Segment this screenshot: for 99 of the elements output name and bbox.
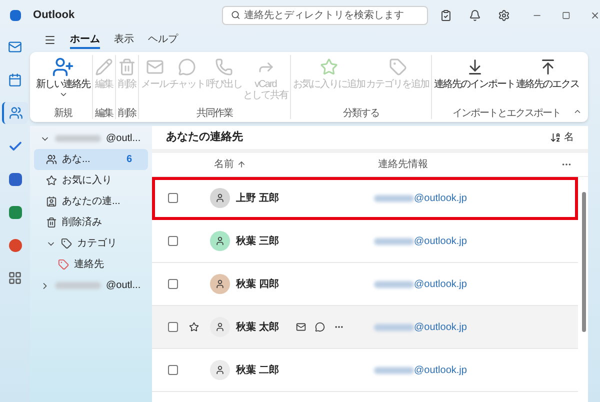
tag-icon bbox=[58, 259, 69, 270]
menu-tab[interactable]: ヘルプ bbox=[148, 31, 178, 49]
ribbon-group-label: 分類する bbox=[343, 108, 379, 119]
window-title: Outlook bbox=[33, 8, 75, 23]
contact-email: @outlook.jp bbox=[414, 234, 467, 248]
contact-name: 秋葉 太郎 bbox=[236, 320, 280, 334]
redacted-blur bbox=[374, 280, 414, 288]
contact-name: 秋葉 二郎 bbox=[236, 363, 280, 378]
checkbox[interactable] bbox=[168, 236, 178, 246]
checkbox[interactable] bbox=[168, 322, 178, 332]
pencil-icon bbox=[95, 58, 113, 76]
folder-label: 削除済み bbox=[62, 216, 102, 230]
menu-tab[interactable]: ホーム bbox=[70, 31, 100, 49]
contact-email: @outlook.jp bbox=[414, 364, 467, 378]
checkbox[interactable] bbox=[168, 279, 178, 289]
close-icon[interactable] bbox=[590, 10, 600, 20]
folder-item[interactable]: お気に入り bbox=[34, 170, 148, 191]
ribbon-button[interactable]: 連絡先のインポート bbox=[434, 55, 515, 108]
star-icon[interactable] bbox=[189, 322, 199, 332]
sort-icon bbox=[550, 132, 561, 143]
add-person-icon bbox=[52, 56, 74, 78]
calendar-icon bbox=[8, 73, 22, 87]
contact-name: 秋葉 三郎 bbox=[236, 234, 280, 248]
contact-row[interactable]: 秋葉 二郎 @outlook.jp bbox=[152, 349, 578, 392]
checkbox[interactable] bbox=[168, 193, 178, 203]
folder-label: あなたの連... bbox=[62, 194, 120, 209]
redacted-blur bbox=[374, 238, 414, 244]
redacted-blur bbox=[374, 194, 414, 202]
trash-icon bbox=[46, 217, 57, 228]
notification-icon[interactable] bbox=[468, 8, 481, 22]
contact-row[interactable]: 秋葉 三郎 @outlook.jp bbox=[152, 220, 578, 263]
collapse-ribbon-icon[interactable] bbox=[573, 107, 582, 116]
app-rail-button[interactable] bbox=[2, 102, 28, 124]
sort-button[interactable]: 名 bbox=[550, 130, 574, 145]
apps-icon bbox=[8, 271, 22, 285]
person-icon bbox=[215, 236, 225, 246]
folder-label: 連絡先 bbox=[74, 258, 104, 272]
phone-icon bbox=[215, 58, 233, 76]
chat-icon bbox=[178, 58, 196, 76]
contact-row[interactable]: 秋葉 太郎 @outlook.jp bbox=[152, 306, 578, 349]
ribbon-group-label: 共同作業 bbox=[196, 108, 232, 119]
folder-item[interactable]: カテゴリ bbox=[34, 233, 148, 254]
ribbon-group-label: 削除 bbox=[118, 108, 136, 119]
folder-label: @outl... bbox=[106, 132, 141, 146]
star-icon bbox=[320, 58, 338, 76]
contact-name: 上野 五郎 bbox=[236, 191, 280, 206]
ribbon-button[interactable]: 連絡先のエクス bbox=[516, 55, 579, 108]
trash-icon bbox=[118, 58, 136, 76]
folder-label: カテゴリ bbox=[77, 237, 117, 251]
folder-label: お気に入り bbox=[62, 174, 112, 188]
ribbon-button[interactable]: 新しい連絡先 bbox=[36, 55, 90, 108]
contact-name: 秋葉 四郎 bbox=[236, 277, 280, 292]
menu-tab[interactable]: 表示 bbox=[114, 31, 134, 49]
contact-email: @outlook.jp bbox=[414, 192, 467, 206]
redacted-blur bbox=[55, 282, 101, 289]
sort-ascending-icon bbox=[237, 160, 246, 169]
person-icon bbox=[215, 193, 225, 203]
ribbon-group-label: 編集 bbox=[95, 108, 113, 119]
column-header[interactable]: 連絡先情報 bbox=[378, 157, 428, 172]
account-item[interactable]: @outl... bbox=[34, 275, 148, 296]
account-item[interactable]: @outl... bbox=[34, 128, 148, 149]
folder-item[interactable]: 削除済み bbox=[34, 212, 148, 233]
folder-label: あな... bbox=[62, 153, 90, 167]
mail-icon bbox=[146, 58, 164, 76]
person-icon bbox=[215, 365, 225, 375]
maximize-icon[interactable] bbox=[562, 10, 570, 20]
folder-item[interactable]: 連絡先 bbox=[34, 254, 148, 275]
search-field[interactable]: 連絡先とディレクトリを検索します bbox=[222, 6, 428, 24]
mail-icon bbox=[8, 40, 22, 54]
people-icon bbox=[9, 106, 23, 120]
ribbon-group-label: インポートとエクスポート bbox=[452, 108, 560, 119]
menu-icon[interactable] bbox=[44, 34, 56, 46]
tag-icon bbox=[61, 238, 72, 249]
folder-item[interactable]: あな... 6 bbox=[34, 149, 148, 170]
folder-label: @outl... bbox=[106, 279, 141, 293]
contact-row[interactable]: 上野 五郎 @outlook.jp bbox=[152, 177, 578, 220]
folder-item[interactable]: あなたの連... bbox=[34, 191, 148, 212]
tag-icon bbox=[388, 58, 406, 76]
redacted-blur bbox=[55, 135, 101, 142]
search-icon bbox=[230, 10, 240, 20]
contact-email: @outlook.jp bbox=[414, 278, 467, 292]
contact-email: @outlook.jp bbox=[414, 320, 467, 334]
clipboard-check-icon[interactable] bbox=[440, 8, 452, 22]
contact-card-icon bbox=[46, 196, 57, 207]
column-header[interactable]: 名前 bbox=[214, 157, 378, 172]
redacted-blur bbox=[374, 324, 414, 330]
star-icon bbox=[46, 175, 57, 186]
mail-icon[interactable] bbox=[296, 322, 306, 332]
people-icon bbox=[46, 154, 57, 165]
list-title: あなたの連絡先 bbox=[166, 130, 243, 146]
settings-icon[interactable] bbox=[498, 8, 510, 22]
person-icon bbox=[215, 279, 225, 289]
chat-icon[interactable] bbox=[315, 322, 325, 332]
redacted-blur bbox=[374, 366, 414, 374]
ribbon-group-label: 新規 bbox=[54, 108, 72, 119]
item-count: 6 bbox=[126, 153, 132, 167]
person-icon bbox=[215, 322, 225, 332]
checkbox[interactable] bbox=[168, 365, 178, 375]
app-tile-icon bbox=[8, 172, 22, 186]
